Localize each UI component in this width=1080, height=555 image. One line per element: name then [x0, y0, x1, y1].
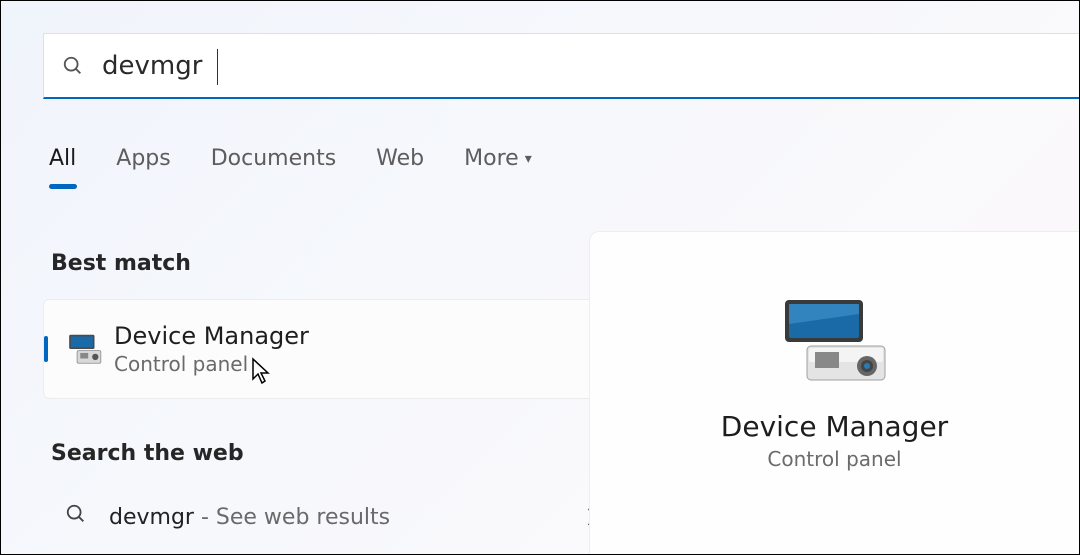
search-icon — [62, 55, 84, 77]
web-result-desc: - See web results — [194, 505, 390, 530]
preview-title: Device Manager — [721, 410, 948, 443]
search-input[interactable] — [102, 51, 1061, 81]
web-result-text: devmgr - See web results — [109, 505, 390, 530]
tab-more-label: More — [464, 146, 519, 171]
search-icon — [65, 503, 87, 531]
preview-pane: Device Manager Control panel — [589, 231, 1079, 554]
best-match-subtitle: Control panel — [114, 352, 309, 376]
device-manager-icon — [775, 294, 895, 384]
device-manager-icon — [66, 330, 104, 368]
preview-subtitle: Control panel — [767, 447, 901, 471]
tab-more[interactable]: More ▾ — [464, 146, 532, 189]
filter-tabs: All Apps Documents Web More ▾ — [49, 146, 532, 189]
best-match-text: Device Manager Control panel — [114, 322, 309, 376]
best-match-heading: Best match — [51, 251, 191, 276]
best-match-result[interactable]: Device Manager Control panel — [43, 299, 603, 399]
web-result-query: devmgr — [109, 505, 194, 530]
tab-documents[interactable]: Documents — [211, 146, 336, 189]
search-web-heading: Search the web — [51, 441, 244, 466]
tab-all[interactable]: All — [49, 146, 76, 189]
text-caret — [217, 49, 218, 85]
tab-web[interactable]: Web — [376, 146, 424, 189]
chevron-down-icon: ▾ — [525, 151, 532, 167]
search-bar[interactable] — [43, 33, 1079, 99]
web-search-result[interactable]: devmgr - See web results 〉 — [65, 503, 605, 531]
tab-apps[interactable]: Apps — [116, 146, 170, 189]
best-match-title: Device Manager — [114, 322, 309, 350]
